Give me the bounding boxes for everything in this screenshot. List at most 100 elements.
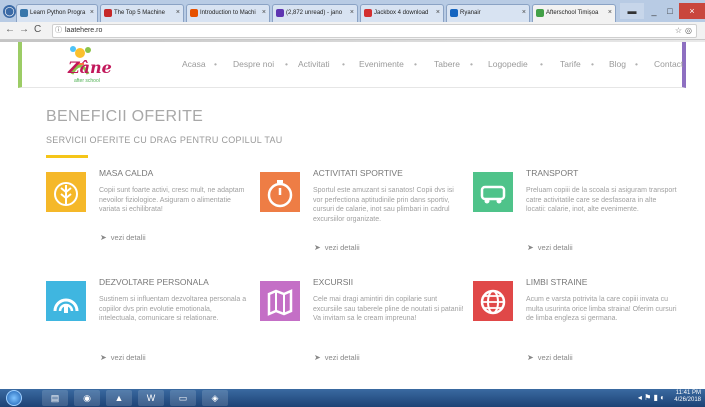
nav-item-contact[interactable]: Contact (654, 59, 683, 69)
tab-label: Jackbox 4 download (374, 10, 429, 16)
tab-favicon (20, 9, 28, 17)
nav-item-activitati[interactable]: Activitati (298, 59, 330, 69)
service-title: TRANSPORT (526, 168, 579, 178)
nav-item-acasa[interactable]: Acasa (182, 59, 206, 69)
browser-tab-6[interactable]: Ryanair × (446, 4, 530, 22)
logo-subtitle: after school (74, 78, 100, 84)
browser-addressbar: ← → C ⓘ laatehere.ro ☆ ◎ (0, 22, 705, 40)
service-activitati-sportive: ACTIVITATI SPORTIVE Sportul este amuzant… (260, 168, 480, 252)
service-more-link[interactable]: ➤ vezi detalii (314, 353, 360, 362)
tab-close-icon[interactable]: × (608, 5, 612, 21)
nav-separator: • (635, 59, 638, 69)
service-transport: TRANSPORT Preluam copiii de la scoala si… (473, 168, 693, 252)
service-more-link[interactable]: ➤ vezi detalii (100, 233, 146, 242)
taskbar-monitor-icon[interactable]: ▭ (170, 390, 196, 406)
more-label: vezi detalii (324, 243, 360, 252)
more-label: vezi detalii (110, 353, 146, 362)
url-text: laatehere.ro (65, 27, 103, 34)
nav-item-evenimente[interactable]: Evenimente (359, 59, 404, 69)
tab-favicon (190, 9, 198, 17)
site-header: Zâne after school Acasa • Despre noi • A… (18, 42, 686, 88)
service-masa-calda: MASA CALDA Copii sunt foarte activi, cre… (46, 168, 266, 248)
service-description: Acum e varsta potrivita la care copiii i… (526, 296, 677, 322)
section-subtitle: SERVICII OFERITE CU DRAG PENTRU COPILUL … (46, 135, 283, 145)
nav-separator: • (470, 59, 473, 69)
browser-tab-5[interactable]: Jackbox 4 download × (360, 4, 444, 22)
browser-tab-3[interactable]: Introduction to Machi × (186, 4, 270, 22)
tab-close-icon[interactable]: × (176, 5, 180, 21)
taskbar-word-icon[interactable]: W (138, 390, 164, 406)
more-label: vezi detalii (537, 243, 573, 252)
service-more-link[interactable]: ➤ vezi detalii (527, 353, 573, 362)
browser-tabbar: ◯ Learn Python Progra × The Top 5 Machin… (0, 0, 705, 22)
service-more-link[interactable]: ➤ vezi detalii (314, 243, 360, 252)
service-more-link[interactable]: ➤ vezi detalii (527, 243, 573, 252)
tab-label: Ryanair (460, 10, 481, 16)
window-user-icon[interactable]: ▬ (620, 3, 644, 19)
service-title: EXCURSII (313, 277, 354, 287)
nav-item-blog[interactable]: Blog (609, 59, 626, 69)
nav-separator: • (285, 59, 288, 69)
tab-label: Learn Python Progra (30, 10, 86, 16)
window-close-icon[interactable]: × (679, 3, 705, 19)
taskbar-app-icon[interactable]: ◈ (202, 390, 228, 406)
map-icon (260, 281, 300, 321)
window-maximize-icon[interactable]: □ (662, 3, 678, 19)
tab-close-icon[interactable]: × (262, 5, 266, 21)
nav-item-despre-noi[interactable]: Despre noi (233, 59, 274, 69)
browser-tab-active[interactable]: Afterschool Timișoa × (532, 4, 616, 22)
browser-tab-4[interactable]: (2,872 unread) - jano × (272, 4, 358, 22)
tab-label: (2,872 unread) - jano (286, 10, 343, 16)
service-excursii: EXCURSII Cele mai dragi amintiri din cop… (260, 277, 480, 367)
service-title: ACTIVITATI SPORTIVE (313, 168, 403, 178)
tab-favicon (536, 9, 544, 17)
chevron-right-icon: ➤ (314, 243, 321, 252)
clock-date: 4/26/2018 (674, 397, 701, 403)
tab-favicon (276, 9, 284, 17)
nav-item-tarife[interactable]: Tarife (560, 59, 581, 69)
service-title: DEZVOLTARE PERSONALA (99, 277, 209, 287)
nav-separator: • (591, 59, 594, 69)
section-underline (46, 155, 88, 158)
taskbar-chrome-icon[interactable]: ◉ (74, 390, 100, 406)
browser-tab-2[interactable]: The Top 5 Machine × (100, 4, 184, 22)
tab-close-icon[interactable]: × (350, 5, 354, 21)
service-title: MASA CALDA (99, 168, 154, 178)
nav-separator: • (214, 59, 217, 69)
service-dezvoltare-personala: DEZVOLTARE PERSONALA Sustinem si influen… (46, 277, 266, 367)
car-icon (473, 172, 513, 212)
service-title: LIMBI STRAINE (526, 277, 588, 287)
taskbar-vlc-icon[interactable]: ▲ (106, 390, 132, 406)
system-tray-icons[interactable]: ◂ ⚑ ▮ ◐ (638, 393, 665, 402)
tab-close-icon[interactable]: × (436, 5, 440, 21)
forward-arrow-icon[interactable]: → (19, 24, 29, 35)
tab-favicon (450, 9, 458, 17)
tab-favicon (104, 9, 112, 17)
system-clock[interactable]: 11:41 PM 4/26/2018 (674, 390, 701, 404)
service-more-link[interactable]: ➤ vezi detalii (100, 353, 146, 362)
tab-close-icon[interactable]: × (522, 5, 526, 21)
url-input[interactable]: ⓘ laatehere.ro ☆ ◎ (52, 24, 697, 38)
info-icon[interactable]: ⓘ (55, 25, 62, 37)
bookmark-star-icon[interactable]: ☆ (675, 25, 682, 37)
browser-tab-1[interactable]: Learn Python Progra × (16, 4, 98, 22)
service-description: Sustinem si influentam dezvoltarea perso… (99, 296, 247, 322)
service-limbi-straine: LIMBI STRAINE Acum e varsta potrivita la… (473, 277, 693, 367)
window-minimize-icon[interactable]: _ (646, 3, 662, 19)
back-arrow-icon[interactable]: ← (5, 24, 15, 35)
tab-label: Introduction to Machi (200, 10, 256, 16)
nav-item-logopedie[interactable]: Logopedie (488, 59, 528, 69)
clock-time: 11:41 PM (675, 390, 701, 396)
nav-item-tabere[interactable]: Tabere (434, 59, 460, 69)
start-button-icon[interactable] (6, 390, 22, 406)
extension-icon[interactable]: ◎ (685, 25, 692, 37)
chevron-right-icon: ➤ (100, 233, 107, 242)
taskbar-explorer-icon[interactable]: ▤ (42, 390, 68, 406)
more-label: vezi detalii (324, 353, 360, 362)
section-title: BENEFICII OFERITE (46, 108, 204, 125)
nav-separator: • (540, 59, 543, 69)
reload-icon[interactable]: C (34, 24, 41, 35)
nav-separator: • (342, 59, 345, 69)
stopwatch-icon (260, 172, 300, 212)
tab-close-icon[interactable]: × (90, 5, 94, 21)
